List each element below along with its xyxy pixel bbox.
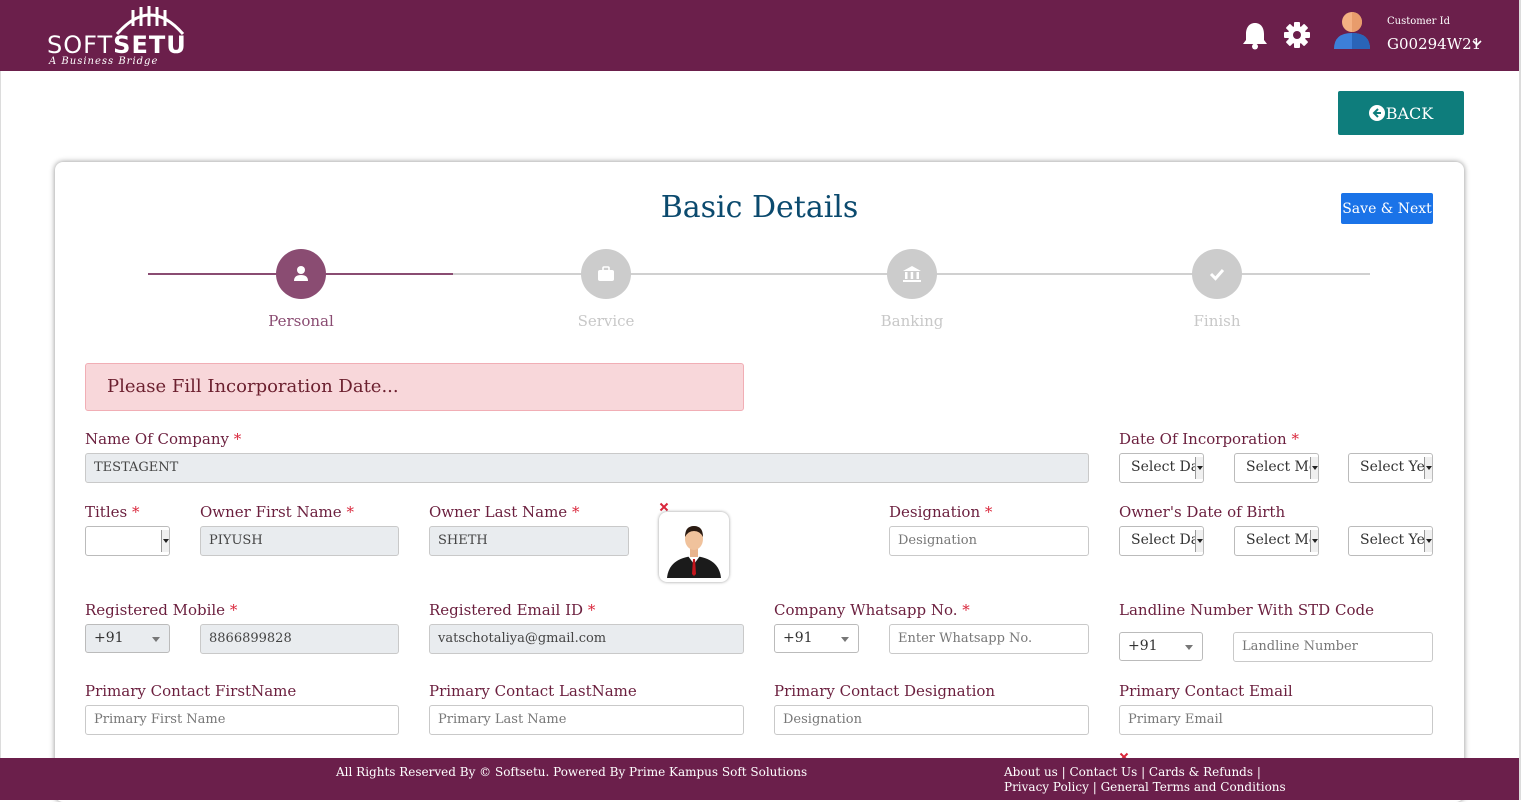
primary-contact-first-label: Primary Contact FirstName [85,682,297,700]
chevron-down-icon[interactable] [1472,40,1482,47]
landline-input[interactable]: Landline Number [1233,632,1433,662]
logo-wordmark: SOFTSETU [47,31,187,59]
step-label-banking: Banking [880,312,944,330]
owner-dob-year-select[interactable]: Select Year [1348,526,1433,556]
titles-label: Titles * [85,503,140,521]
registered-mobile-country-code[interactable]: +91 [85,624,170,653]
footer-copyright: All Rights Reserved By © Softsetu. Power… [336,765,808,779]
footer-link-contact[interactable]: Contact Us [1070,765,1138,779]
customer-id-label: Customer Id [1387,16,1450,27]
footer-link-refunds[interactable]: Cards & Refunds [1149,765,1253,779]
remove-photo-icon[interactable] [659,502,669,512]
owner-dob-month-select[interactable]: Select Month [1234,526,1319,556]
primary-contact-last-label: Primary Contact LastName [429,682,637,700]
step-label-finish: Finish [1193,312,1241,330]
step-service[interactable] [581,249,631,299]
step-label-service: Service [577,312,635,330]
step-label-personal: Personal [268,312,334,330]
user-avatar-icon[interactable] [1333,9,1371,51]
footer-links: About us | Contact Us | Cards & Refunds … [1004,765,1286,794]
primary-contact-last-input[interactable]: Primary Last Name [429,705,744,735]
softsetu-logo[interactable]: SOFTSETU A Business Bridge [47,4,187,70]
footer-link-privacy[interactable]: Privacy Policy [1004,780,1089,794]
check-icon [1209,269,1225,281]
top-header: SOFTSETU A Business Bridge Customer Id G… [0,0,1519,71]
arrow-left-circle-icon [1368,105,1385,121]
whatsapp-label: Company Whatsapp No. * [774,601,970,619]
bell-icon[interactable] [1241,20,1269,50]
registered-mobile-label: Registered Mobile * [85,601,238,619]
back-button-label: BACK [1385,103,1434,123]
owner-photo[interactable] [659,512,729,582]
step-finish[interactable] [1192,249,1242,299]
owner-last-name-label: Owner Last Name * [429,503,580,521]
owner-first-name-input[interactable]: PIYUSH [200,526,399,556]
primary-contact-first-input[interactable]: Primary First Name [85,705,399,735]
incorporation-year-select[interactable]: Select Year [1348,453,1433,483]
step-banking[interactable] [887,249,937,299]
page-footer: All Rights Reserved By © Softsetu. Power… [0,758,1519,800]
registered-email-label: Registered Email ID * [429,601,596,619]
owner-dob-label: Owner's Date of Birth [1119,503,1286,521]
company-name-label: Name Of Company * [85,430,242,448]
businessman-avatar-icon [667,526,721,578]
primary-contact-email-label: Primary Contact Email [1119,682,1293,700]
whatsapp-country-code[interactable]: +91 [774,624,859,653]
designation-label: Designation * [889,503,993,521]
error-alert: Please Fill Incorporation Date... [85,363,744,411]
incorporation-day-select[interactable]: Select Day [1119,453,1204,483]
save-next-button[interactable]: Save & Next [1341,193,1433,224]
owner-last-name-input[interactable]: SHETH [429,526,629,556]
footer-link-terms[interactable]: General Terms and Conditions [1101,780,1286,794]
footer-link-about[interactable]: About us [1004,765,1058,779]
page-title: Basic Details [660,190,859,225]
step-personal[interactable] [276,249,326,299]
briefcase-icon [598,266,614,281]
primary-contact-designation-input[interactable]: Designation [774,705,1089,735]
designation-input[interactable]: Designation [889,526,1089,556]
owner-first-name-label: Owner First Name * [200,503,354,521]
incorporation-month-select[interactable]: Select Month [1234,453,1319,483]
whatsapp-input[interactable]: Enter Whatsapp No. [889,624,1089,654]
page-border [0,71,1,761]
landline-label: Landline Number With STD Code [1119,601,1374,619]
logo-tagline: A Business Bridge [49,56,159,67]
incorporation-date-label: Date Of Incorporation * [1119,430,1299,448]
gear-icon[interactable] [1283,20,1311,50]
registered-mobile-input[interactable]: 8866899828 [200,624,399,654]
company-name-input[interactable]: TESTAGENT [85,453,1089,483]
user-icon [294,266,308,281]
primary-contact-email-input[interactable]: Primary Email [1119,705,1433,735]
registered-email-input[interactable]: vatschotaliya@gmail.com [429,624,744,654]
primary-contact-designation-label: Primary Contact Designation [774,682,996,700]
bank-icon [903,266,921,282]
customer-id-value[interactable]: G00294W21 [1387,35,1481,53]
titles-select[interactable] [85,526,170,556]
owner-dob-day-select[interactable]: Select Day [1119,526,1204,556]
back-button[interactable]: BACK [1338,91,1464,135]
landline-country-code[interactable]: +91 [1119,632,1203,661]
